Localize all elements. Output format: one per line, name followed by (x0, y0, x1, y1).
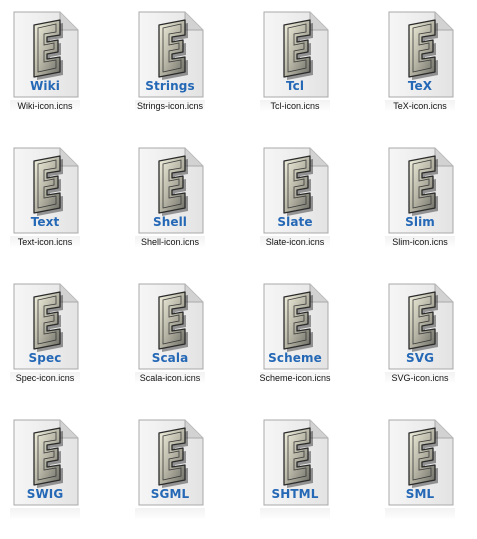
file-name-label: Tcl-icon.icns (270, 101, 320, 111)
document-type-label: Scala (151, 351, 189, 365)
document-type-label: Spec (28, 351, 62, 365)
file-name-label: Scheme-icon.icns (259, 373, 331, 383)
file-name-label: Wiki-icon.icns (17, 101, 73, 111)
file-name-label: Slim-icon.icns (392, 237, 448, 247)
icon-reflection (10, 508, 80, 520)
file-item-shell[interactable]: Shell Shell-icon.icns (115, 141, 225, 267)
document-type-label: SVG (405, 351, 435, 365)
document-type-label: Text (30, 215, 60, 229)
document-type-label: Scheme (268, 351, 322, 365)
file-item-tcl[interactable]: Tcl Tcl-icon.icns (240, 5, 350, 131)
file-name-label: Scala-icon.icns (139, 373, 201, 383)
file-item-slim[interactable]: Slim Slim-icon.icns (365, 141, 475, 267)
document-type-label: Shell (152, 215, 188, 229)
document-type-label: Wiki (30, 79, 60, 93)
file-item-wiki[interactable]: Wiki Wiki-icon.icns (0, 5, 100, 131)
icon-reflection (135, 508, 205, 520)
file-name-label: Text-icon.icns (17, 237, 73, 247)
file-item-svg[interactable]: SVG SVG-icon.icns (365, 277, 475, 403)
file-item-spec[interactable]: Spec Spec-icon.icns (0, 277, 100, 403)
file-item-shtml[interactable]: SHTML (240, 413, 350, 539)
file-item-tex[interactable]: TeX TeX-icon.icns (365, 5, 475, 131)
file-name-label: TeX-icon.icns (393, 101, 447, 111)
document-type-label: SGML (150, 487, 190, 501)
file-item-strings[interactable]: Strings Strings-icon.icns (115, 5, 225, 131)
icon-grid: Wiki Wiki-icon.icns Strings Strings-icon… (0, 0, 477, 520)
file-name-label: Slate-icon.icns (265, 237, 325, 247)
file-item-scala[interactable]: Scala Scala-icon.icns (115, 277, 225, 403)
document-type-label: Tcl (285, 79, 305, 93)
file-item-scheme[interactable]: Scheme Scheme-icon.icns (240, 277, 350, 403)
file-name-label: SVG-icon.icns (391, 373, 449, 383)
file-name-label: Shell-icon.icns (140, 237, 200, 247)
document-type-label: Slate (277, 215, 313, 229)
document-type-label: SWIG (26, 487, 64, 501)
icon-reflection (260, 508, 330, 520)
file-name-label: Spec-icon.icns (15, 373, 75, 383)
document-type-label: Slim (405, 215, 435, 229)
file-item-slate[interactable]: Slate Slate-icon.icns (240, 141, 350, 267)
document-type-label: TeX (407, 79, 433, 93)
document-type-label: SML (405, 487, 435, 501)
file-item-swig[interactable]: SWIG (0, 413, 100, 539)
document-type-label: SHTML (271, 487, 319, 501)
icon-reflection (385, 508, 455, 520)
file-item-sgml[interactable]: SGML (115, 413, 225, 539)
file-item-sml[interactable]: SML (365, 413, 475, 539)
document-type-label: Strings (145, 79, 195, 93)
file-item-text[interactable]: Text Text-icon.icns (0, 141, 100, 267)
file-name-label: Strings-icon.icns (136, 101, 204, 111)
